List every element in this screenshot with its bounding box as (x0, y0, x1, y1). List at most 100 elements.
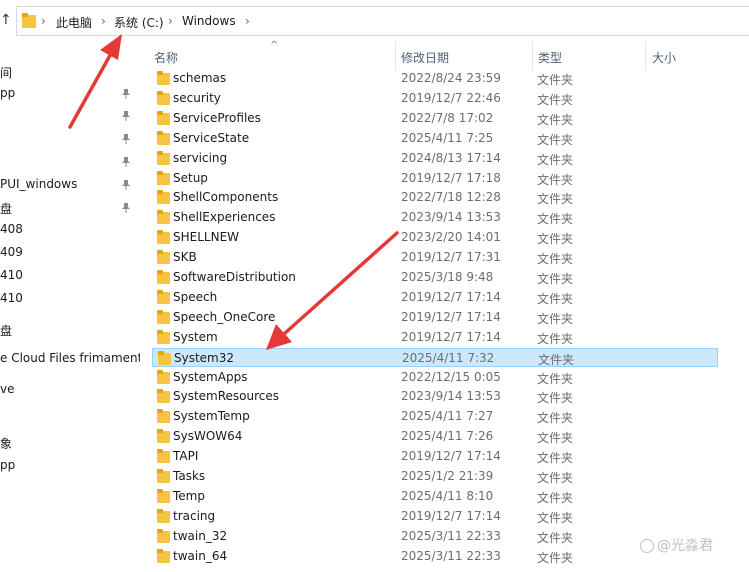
address-bar-row: ↑ › 此电脑 › 系统 (C:) › Windows › (0, 0, 749, 42)
file-date: 2022/8/24 23:59 (401, 71, 501, 85)
nav-item[interactable]: 408 (0, 222, 23, 236)
file-type: 文件夹 (537, 332, 574, 346)
file-row[interactable]: servicing 2024/8/13 17:14 文件夹 (152, 149, 718, 168)
pin-icon[interactable] (120, 156, 132, 168)
file-row[interactable]: SHELLNEW 2023/2/20 14:01 文件夹 (152, 228, 718, 247)
file-type: 文件夹 (537, 312, 574, 326)
file-name: SoftwareDistribution (173, 270, 296, 284)
nav-item[interactable]: 410 (0, 268, 23, 282)
folder-icon (157, 509, 170, 523)
file-row[interactable]: Speech_OneCore 2019/12/7 17:14 文件夹 (152, 308, 718, 327)
file-row[interactable]: SystemTemp 2025/4/11 7:27 文件夹 (152, 407, 718, 426)
file-row[interactable]: security 2019/12/7 22:46 文件夹 (152, 89, 718, 108)
file-date: 2022/7/8 17:02 (401, 111, 494, 125)
nav-item[interactable]: 间 (0, 64, 12, 81)
file-row[interactable]: twain_32 2025/3/11 22:33 文件夹 (152, 527, 718, 546)
file-row[interactable]: System32 2025/4/11 7:32 文件夹 (152, 348, 718, 367)
file-type: 文件夹 (537, 73, 574, 87)
folder-icon (157, 290, 170, 304)
folder-icon (157, 449, 170, 463)
folder-icon (157, 370, 170, 384)
column-divider[interactable] (395, 42, 396, 70)
file-type: 文件夹 (537, 292, 574, 306)
nav-item[interactable]: pp (0, 86, 15, 100)
breadcrumb-this-pc[interactable]: 此电脑 (56, 14, 92, 31)
nav-item[interactable]: 象 (0, 435, 12, 452)
column-name[interactable]: 名称 (154, 49, 178, 66)
nav-item[interactable]: ve (0, 382, 14, 396)
column-date[interactable]: 修改日期 (401, 49, 449, 66)
file-row[interactable]: SoftwareDistribution 2025/3/18 9:48 文件夹 (152, 268, 718, 287)
sort-ascending-icon: ^ (270, 40, 279, 51)
file-type: 文件夹 (537, 113, 574, 127)
file-row[interactable]: ShellExperiences 2023/9/14 13:53 文件夹 (152, 208, 718, 227)
file-name: Temp (173, 489, 205, 503)
column-divider[interactable] (532, 42, 533, 70)
file-name: System (173, 330, 218, 344)
file-row[interactable]: SystemResources 2023/9/14 13:53 文件夹 (152, 387, 718, 406)
folder-icon (157, 250, 170, 264)
file-type: 文件夹 (537, 531, 574, 545)
file-date: 2025/4/11 8:10 (401, 489, 494, 503)
file-name: SysWOW64 (173, 429, 243, 443)
pin-icon[interactable] (120, 179, 132, 191)
file-row[interactable]: twain_64 2025/3/11 22:33 文件夹 (152, 547, 718, 566)
file-type: 文件夹 (537, 551, 574, 565)
file-date: 2025/4/11 7:27 (401, 409, 494, 423)
file-name: ServiceState (173, 131, 250, 145)
address-bar[interactable]: › 此电脑 › 系统 (C:) › Windows › (16, 6, 749, 36)
nav-item[interactable]: PUI_windows (0, 177, 77, 191)
file-name: TAPI (173, 449, 199, 463)
nav-item[interactable]: 盘 (0, 322, 12, 339)
pin-icon[interactable] (120, 88, 132, 100)
column-type[interactable]: 类型 (538, 49, 562, 66)
file-row[interactable]: Temp 2025/4/11 8:10 文件夹 (152, 487, 718, 506)
file-row[interactable]: schemas 2022/8/24 23:59 文件夹 (152, 69, 718, 88)
folder-icon (157, 429, 170, 443)
file-date: 2019/12/7 17:14 (401, 310, 501, 324)
file-row[interactable]: TAPI 2019/12/7 17:14 文件夹 (152, 447, 718, 466)
folder-icon (157, 151, 170, 165)
breadcrumb-windows[interactable]: Windows (182, 14, 236, 28)
nav-item[interactable]: pp (0, 458, 15, 472)
file-row[interactable]: tracing 2019/12/7 17:14 文件夹 (152, 507, 718, 526)
file-date: 2019/12/7 17:14 (401, 290, 501, 304)
file-date: 2025/4/11 7:25 (401, 131, 494, 145)
nav-item[interactable]: 410 (0, 291, 23, 305)
folder-icon (22, 13, 36, 28)
folder-icon (157, 91, 170, 105)
folder-icon (157, 389, 170, 403)
file-row[interactable]: System 2019/12/7 17:14 文件夹 (152, 328, 718, 347)
folder-icon (157, 131, 170, 145)
column-size[interactable]: 大小 (652, 49, 676, 66)
nav-item[interactable]: 409 (0, 245, 23, 259)
pin-icon[interactable] (120, 202, 132, 214)
file-row[interactable]: Tasks 2025/1/2 21:39 文件夹 (152, 467, 718, 486)
pin-icon[interactable] (120, 110, 132, 122)
file-name: security (173, 91, 221, 105)
file-row[interactable]: Speech 2019/12/7 17:14 文件夹 (152, 288, 718, 307)
file-row[interactable]: ShellComponents 2022/7/18 12:28 文件夹 (152, 188, 718, 207)
file-type: 文件夹 (537, 431, 574, 445)
up-arrow-icon[interactable]: ↑ (0, 12, 12, 28)
breadcrumb-system-c[interactable]: 系统 (C:) (114, 14, 164, 31)
file-type: 文件夹 (537, 232, 574, 246)
file-row[interactable]: ServiceProfiles 2022/7/8 17:02 文件夹 (152, 109, 718, 128)
file-name: Tasks (173, 469, 206, 483)
folder-icon (157, 330, 170, 344)
nav-item[interactable]: 盘 (0, 200, 12, 217)
file-name: twain_64 (173, 549, 228, 563)
file-row[interactable]: Setup 2019/12/7 17:18 文件夹 (152, 169, 718, 188)
file-date: 2025/4/11 7:32 (402, 351, 495, 365)
pin-icon[interactable] (120, 133, 132, 145)
file-row[interactable]: ServiceState 2025/4/11 7:25 文件夹 (152, 129, 718, 148)
file-date: 2023/9/14 13:53 (401, 389, 501, 403)
file-row[interactable]: SystemApps 2022/12/15 0:05 文件夹 (152, 368, 718, 387)
file-row[interactable]: SysWOW64 2025/4/11 7:26 文件夹 (152, 427, 718, 446)
file-row[interactable]: SKB 2019/12/7 17:31 文件夹 (152, 248, 718, 267)
file-date: 2019/12/7 17:14 (401, 509, 501, 523)
nav-item[interactable]: e Cloud Files frimament0 (0, 351, 140, 365)
file-type: 文件夹 (537, 173, 574, 187)
file-name: ServiceProfiles (173, 111, 261, 125)
column-divider[interactable] (645, 42, 646, 70)
